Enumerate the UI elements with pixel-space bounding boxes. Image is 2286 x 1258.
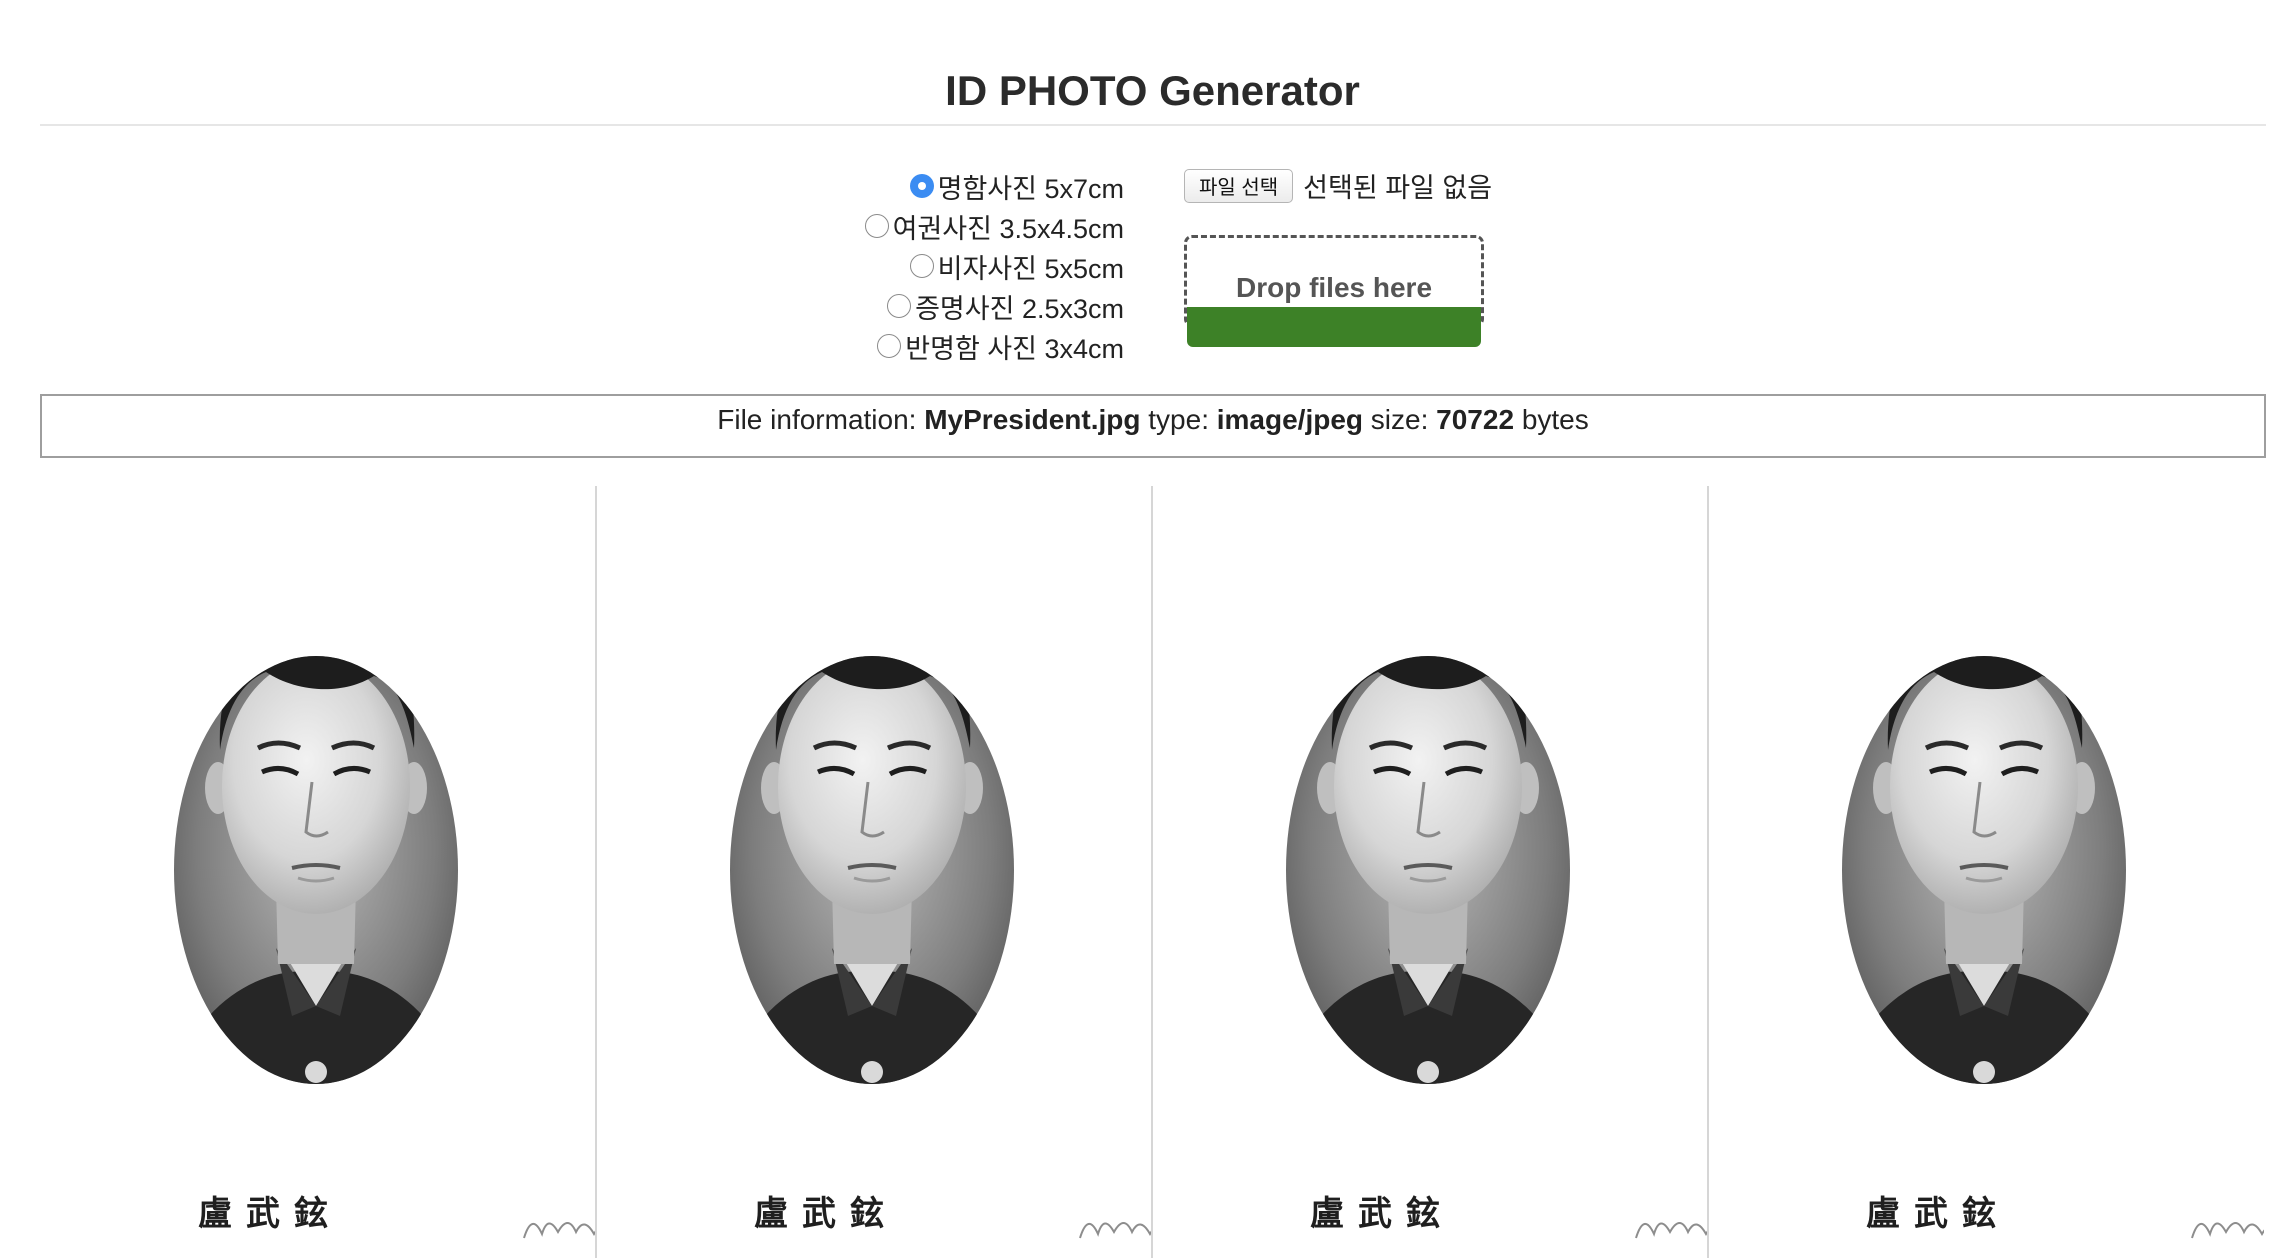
- portrait-image: [1842, 656, 2264, 1239]
- title-divider: [40, 124, 2266, 126]
- id-photo: 盧武鉉: [1708, 486, 2264, 1258]
- radio-business-card[interactable]: [909, 174, 934, 198]
- page-title: ID PHOTO Generator: [945, 67, 1360, 114]
- file-size-label: size:: [1370, 404, 1429, 435]
- portrait-image: [730, 656, 1152, 1239]
- photo-divider: [1151, 486, 1153, 1258]
- size-option-half-card[interactable]: 반명함 사진 3x4cm: [640, 326, 1124, 366]
- file-size: 70722: [1436, 404, 1515, 435]
- choose-file-button[interactable]: 파일 선택: [1184, 168, 1294, 203]
- file-size-unit: bytes: [1521, 404, 1589, 435]
- photo-caption: 盧武鉉: [1866, 1194, 2010, 1234]
- photo-divider: [595, 486, 597, 1258]
- size-option-visa[interactable]: 비자사진 5x5cm: [640, 246, 1124, 286]
- photo-sheet: 盧武鉉 盧武鉉 盧武鉉 盧武鉉: [40, 486, 2266, 1258]
- portrait-image: [174, 656, 596, 1239]
- file-type: image/jpeg: [1216, 404, 1364, 435]
- id-photo: 盧武鉉: [1152, 486, 1708, 1258]
- size-options: 명함사진 5x7cm 여권사진 3.5x4.5cm 비자사진 5x5cm 증명사…: [640, 166, 1124, 366]
- size-option-business-card[interactable]: 명함사진 5x7cm: [640, 166, 1124, 206]
- size-option-label: 증명사진 2.5x3cm: [915, 293, 1124, 324]
- file-name: MyPresident.jpg: [924, 404, 1141, 435]
- size-option-passport[interactable]: 여권사진 3.5x4.5cm: [640, 206, 1124, 246]
- file-info-prefix: File information:: [717, 404, 917, 435]
- file-status: 선택된 파일 없음: [1303, 173, 1493, 203]
- photo-caption: 盧武鉉: [754, 1194, 898, 1234]
- radio-visa[interactable]: [909, 254, 934, 278]
- file-type-label: type:: [1148, 404, 1209, 435]
- size-option-label: 반명함 사진 3x4cm: [905, 333, 1124, 364]
- id-photo: 盧武鉉: [40, 486, 596, 1258]
- file-info-box: File information: MyPresident.jpg type: …: [40, 394, 2266, 458]
- photo-caption: 盧武鉉: [1310, 1194, 1454, 1234]
- upload-progress-bar: [1187, 307, 1481, 347]
- drop-zone-label: Drop files here: [1235, 272, 1433, 303]
- radio-id[interactable]: [887, 294, 912, 318]
- size-option-label: 비자사진 5x5cm: [937, 253, 1124, 284]
- size-option-label: 여권사진 3.5x4.5cm: [892, 213, 1124, 244]
- portrait-image: [1286, 656, 1708, 1239]
- size-option-id[interactable]: 증명사진 2.5x3cm: [640, 286, 1124, 326]
- photo-caption: 盧武鉉: [198, 1194, 342, 1234]
- size-option-label: 명함사진 5x7cm: [937, 173, 1124, 204]
- id-photo: 盧武鉉: [596, 486, 1152, 1258]
- photo-divider: [1707, 486, 1709, 1258]
- file-picker: 파일 선택 선택된 파일 없음: [1184, 166, 1492, 205]
- radio-passport[interactable]: [864, 214, 889, 238]
- radio-half-card[interactable]: [877, 334, 902, 358]
